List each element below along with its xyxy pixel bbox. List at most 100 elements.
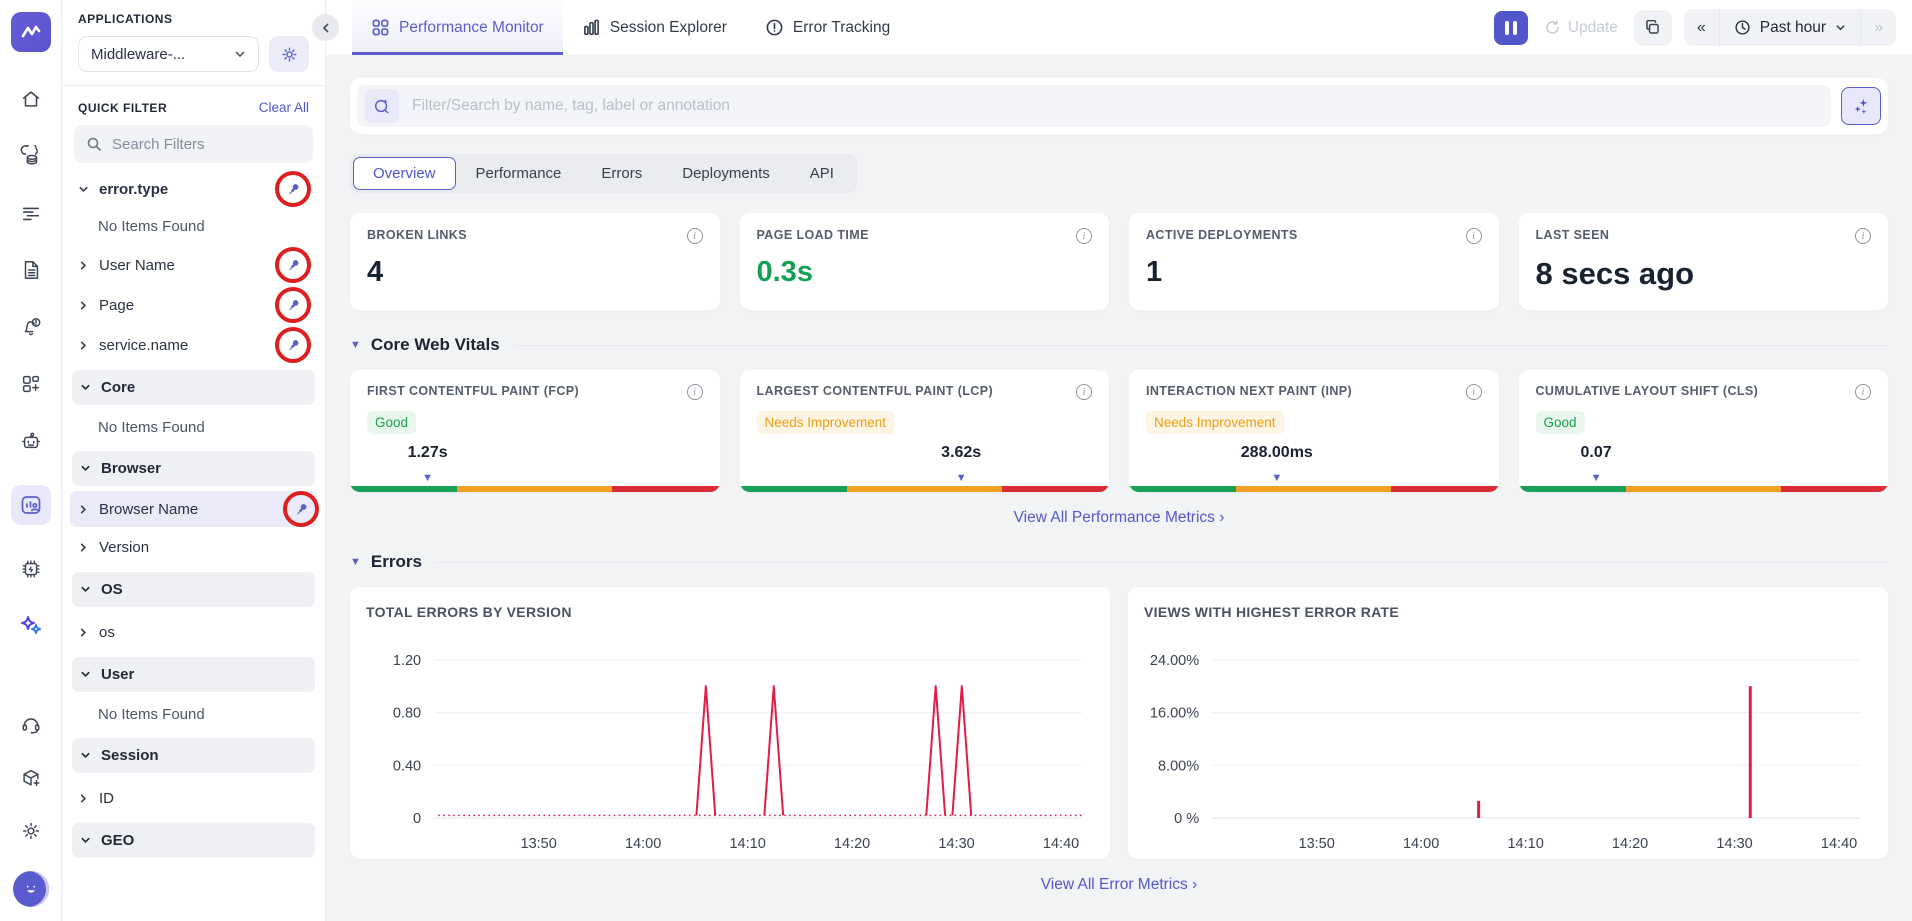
filter-item-page[interactable]: Page (62, 285, 325, 325)
time-range-next-button[interactable]: » (1861, 9, 1896, 46)
filter-item-os[interactable]: os (62, 612, 325, 652)
info-icon[interactable]: i (1466, 384, 1482, 400)
info-icon[interactable]: i (1076, 228, 1092, 244)
dashboards-add-icon[interactable] (18, 371, 44, 397)
chart-views-with-highest-error-rate: VIEWS WITH HIGHEST ERROR RATE 0 %8.00%16… (1128, 587, 1888, 859)
time-range-selector[interactable]: Past hour (1719, 9, 1861, 46)
pin-highlight-ring (283, 491, 319, 527)
info-icon[interactable]: i (1855, 228, 1871, 244)
filter-item-user-name[interactable]: User Name (62, 245, 325, 285)
rum-icon[interactable] (11, 485, 51, 525)
info-icon[interactable]: i (687, 228, 703, 244)
svg-text:13:50: 13:50 (520, 836, 556, 852)
collapse-panel-button[interactable] (312, 14, 339, 41)
collapse-triangle-icon[interactable]: ▼ (350, 556, 361, 568)
filter-group-core[interactable]: Core (72, 370, 315, 405)
svg-text:24.00%: 24.00% (1150, 653, 1199, 669)
svg-text:14:30: 14:30 (1716, 836, 1752, 852)
user-avatar[interactable] (13, 871, 49, 907)
infrastructure-icon[interactable] (18, 143, 44, 169)
svg-text:13:50: 13:50 (1298, 836, 1334, 852)
tab-performance-monitor[interactable]: Performance Monitor (352, 0, 563, 55)
filter-group-os[interactable]: OS (72, 572, 315, 607)
sparkles-filter-button[interactable] (1841, 87, 1881, 125)
info-icon[interactable]: i (1076, 384, 1092, 400)
chevron-down-icon (78, 184, 89, 195)
filter-item-error-type[interactable]: error.type (62, 169, 325, 209)
chevron-down-icon (234, 48, 246, 60)
pause-icon (1505, 21, 1509, 35)
top-navigation-bar: Performance Monitor Session Explorer Err… (326, 0, 1912, 56)
svg-text:14:30: 14:30 (938, 836, 974, 852)
status-badge: Needs Improvement (1146, 411, 1284, 434)
filter-search-box[interactable] (74, 125, 313, 163)
metric-value: 8 secs ago (1536, 256, 1872, 292)
filter-item-service-name[interactable]: service.name (62, 325, 325, 365)
pin-icon (286, 258, 301, 273)
status-badge: Good (1536, 411, 1585, 434)
chevron-down-icon (80, 835, 91, 846)
filter-search-input[interactable] (112, 136, 262, 153)
clear-all-link[interactable]: Clear All (259, 100, 309, 115)
chevron-right-icon: › (1192, 876, 1197, 893)
filter-group-geo[interactable]: GEO (72, 823, 315, 858)
update-button[interactable]: Update (1540, 19, 1622, 37)
chevron-down-icon (80, 382, 91, 393)
support-headset-icon[interactable] (18, 712, 44, 738)
sparkles-icon (1852, 97, 1871, 116)
svg-text:14:10: 14:10 (1507, 836, 1543, 852)
middleware-logo[interactable] (11, 12, 51, 52)
home-icon[interactable] (18, 86, 44, 112)
document-icon[interactable] (18, 257, 44, 283)
ai-sparkle-icon[interactable] (18, 613, 44, 639)
filter-group-browser[interactable]: Browser (72, 451, 315, 486)
copy-icon[interactable] (1634, 10, 1672, 46)
metric-card-broken-links: BROKEN LINKSi 4 (350, 213, 720, 310)
filter-group-user[interactable]: User (72, 657, 315, 692)
metric-card-last-seen: LAST SEENi 8 secs ago (1519, 213, 1889, 310)
tab-error-tracking[interactable]: Error Tracking (746, 0, 909, 55)
pin-highlight-ring (275, 327, 311, 363)
filter-group-session[interactable]: Session (72, 738, 315, 773)
integrations-package-icon[interactable] (18, 765, 44, 791)
chevron-right-icon: › (1219, 509, 1224, 526)
filter-item-version[interactable]: Version (62, 527, 325, 567)
cwv-card-cls: CUMULATIVE LAYOUT SHIFT (CLS)i Good 0.07… (1519, 370, 1889, 492)
clock-icon (1734, 19, 1751, 36)
view-tab-overview[interactable]: Overview (353, 157, 456, 190)
info-icon[interactable]: i (1855, 384, 1871, 400)
svg-text:16.00%: 16.00% (1150, 706, 1199, 722)
logs-icon[interactable] (18, 200, 44, 226)
filter-empty-text: No Items Found (62, 697, 325, 733)
alerts-bell-icon[interactable] (18, 314, 44, 340)
view-tab-deployments[interactable]: Deployments (662, 157, 790, 190)
tab-session-explorer[interactable]: Session Explorer (563, 0, 746, 55)
collapse-triangle-icon[interactable]: ▼ (350, 339, 361, 351)
status-badge: Good (367, 411, 416, 434)
vitals-threshold-bar (1519, 486, 1889, 492)
view-tab-errors[interactable]: Errors (581, 157, 662, 190)
bot-icon[interactable] (18, 428, 44, 454)
gauge-marker-icon: ▼ (1591, 472, 1602, 484)
filter-item-id[interactable]: ID (62, 778, 325, 818)
filter-item-browser-name[interactable]: Browser Name (70, 491, 317, 527)
info-icon[interactable]: i (1466, 228, 1482, 244)
core-web-vitals-cards: FIRST CONTENTFUL PAINT (FCP)i Good 1.27s… (350, 370, 1888, 492)
gauge-marker-icon: ▼ (1271, 472, 1282, 484)
processes-chip-icon[interactable] (18, 556, 44, 582)
view-tabs: Overview Performance Errors Deployments … (350, 154, 857, 193)
view-tab-performance[interactable]: Performance (456, 157, 582, 190)
info-icon[interactable]: i (687, 384, 703, 400)
view-tab-api[interactable]: API (790, 157, 854, 190)
search-icon (86, 136, 102, 152)
error-rate-bar-chart: 0 %8.00%16.00%24.00%13:5014:0014:1014:20… (1144, 628, 1874, 860)
application-selector[interactable]: Middleware-... (78, 36, 259, 72)
pin-highlight-ring (275, 171, 311, 207)
pause-live-button[interactable] (1494, 11, 1528, 45)
gauge-marker-icon: ▼ (422, 472, 433, 484)
svg-text:0 %: 0 % (1174, 811, 1199, 827)
settings-gear-icon[interactable] (18, 818, 44, 844)
time-range-prev-button[interactable]: « (1684, 9, 1719, 46)
global-filter-search-input[interactable] (412, 97, 1823, 115)
application-settings-gear-icon[interactable] (269, 36, 309, 72)
